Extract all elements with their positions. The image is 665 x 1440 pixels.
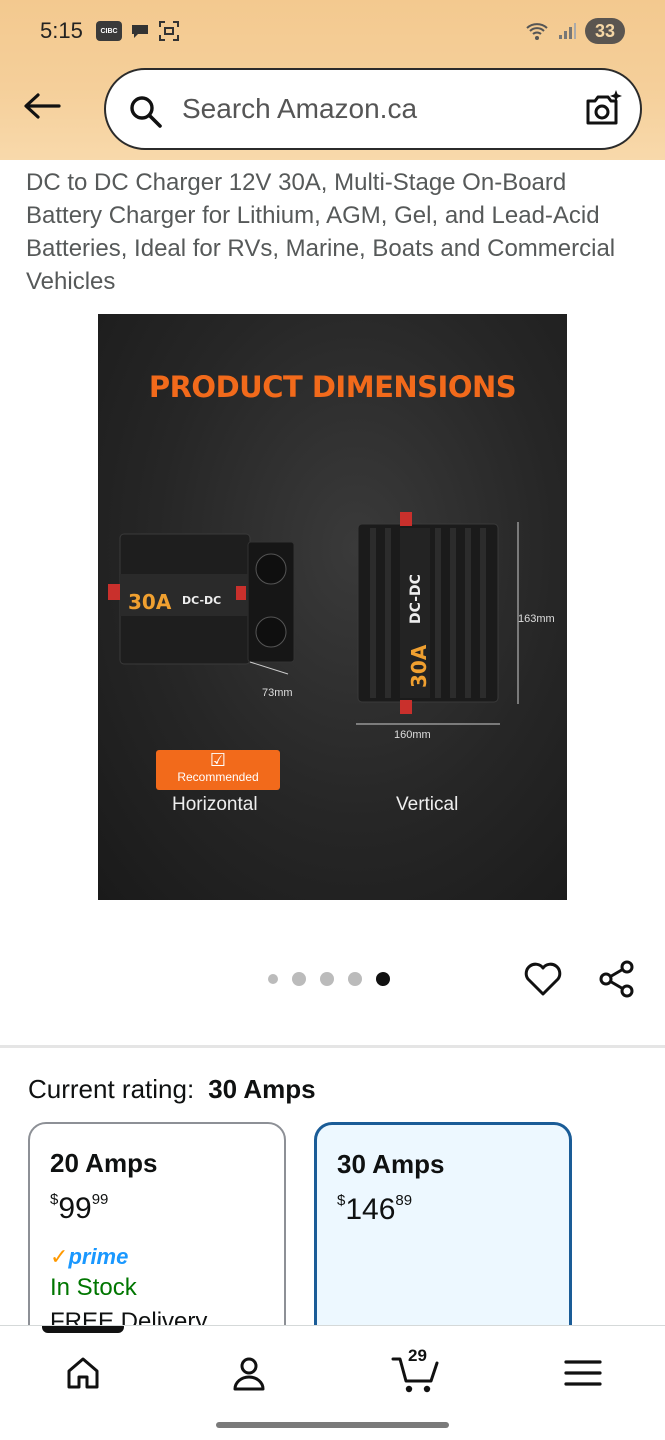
product-title[interactable]: DC to DC Charger 12V 30A, Multi-Stage On… xyxy=(26,166,638,298)
menu-icon xyxy=(564,1360,602,1386)
variant-name: 30 Amps xyxy=(337,1149,445,1179)
carousel-dot[interactable] xyxy=(268,974,278,984)
back-arrow-icon xyxy=(24,93,61,119)
charger-horizontal-illustration: 30A DC-DC 73mm xyxy=(108,533,295,699)
screenshot-icon xyxy=(159,21,179,41)
app-header: 5:15 CIBC 33 Search Amazon.ca xyxy=(0,0,665,160)
horizontal-amp-label: 30A xyxy=(128,590,172,614)
cibc-app-icon: CIBC xyxy=(96,21,122,41)
availability-status: In Stock xyxy=(50,1274,137,1301)
gesture-home-bar[interactable] xyxy=(216,1422,449,1428)
nav-account[interactable] xyxy=(224,1348,274,1398)
system-status-icons: 33 xyxy=(525,18,625,44)
carousel-dot[interactable] xyxy=(292,972,306,986)
back-button[interactable] xyxy=(20,86,64,126)
variant-selected-value: 30 Amps xyxy=(208,1074,316,1104)
carousel-dot[interactable] xyxy=(320,972,334,986)
search-bar[interactable]: Search Amazon.ca xyxy=(104,68,642,150)
share-icon xyxy=(599,960,634,998)
nav-home[interactable] xyxy=(58,1348,108,1398)
home-icon xyxy=(67,1357,99,1389)
active-tab-indicator xyxy=(42,1326,124,1333)
chat-bubble-icon xyxy=(132,25,148,38)
recommended-label: Recommended xyxy=(177,770,259,784)
account-icon xyxy=(233,1357,265,1391)
prime-badge: ✓prime xyxy=(50,1244,264,1270)
battery-indicator: 33 xyxy=(584,18,625,44)
price-whole: 146 xyxy=(345,1193,396,1226)
notification-icons: CIBC xyxy=(96,20,180,42)
checkmark-icon: ☑ xyxy=(209,750,227,770)
carousel-dot[interactable] xyxy=(348,972,362,986)
share-button[interactable] xyxy=(596,958,638,1005)
nav-menu[interactable] xyxy=(558,1348,608,1398)
variant-label-text: Current rating: xyxy=(28,1074,195,1104)
horizontal-model-label: DC-DC xyxy=(182,594,221,607)
vertical-model-label: DC-DC xyxy=(408,574,424,624)
dimension-height: 163mm xyxy=(518,613,555,625)
cart-count-badge: 29 xyxy=(408,1346,427,1365)
variant-price: $9999 xyxy=(50,1191,264,1226)
status-bar: 5:15 CIBC 33 xyxy=(0,0,665,62)
image-headline: PRODUCT DIMENSIONS xyxy=(148,370,517,404)
variant-price: $14689 xyxy=(337,1192,549,1227)
recommended-badge: ☑ Recommended xyxy=(156,750,280,790)
price-fraction: 89 xyxy=(395,1192,413,1209)
section-divider xyxy=(0,1045,665,1048)
product-image[interactable]: PRODUCT DIMENSIONS 30A DC-DC 73mm DC-DC … xyxy=(98,314,567,900)
charger-vertical-illustration: DC-DC 30A 163mm 160mm xyxy=(356,512,555,741)
prime-check-icon: ✓ xyxy=(50,1244,69,1269)
dimension-depth: 73mm xyxy=(262,687,293,699)
vertical-amp-label: 30A xyxy=(407,644,431,688)
status-time: 5:15 xyxy=(40,18,83,43)
image-carousel-indicator[interactable] xyxy=(268,972,390,986)
signal-icon xyxy=(558,23,576,39)
search-icon xyxy=(130,96,162,128)
carousel-dot-active[interactable] xyxy=(376,972,390,986)
camera-search-icon[interactable] xyxy=(582,88,624,130)
heart-icon xyxy=(524,962,562,996)
variant-label: Current rating: 30 Amps xyxy=(28,1074,316,1105)
label-horizontal: Horizontal xyxy=(172,794,258,815)
dimension-width: 160mm xyxy=(394,729,431,741)
wishlist-button[interactable] xyxy=(522,958,564,1005)
search-input[interactable]: Search Amazon.ca xyxy=(182,93,417,125)
price-whole: 99 xyxy=(58,1192,92,1225)
label-vertical: Vertical xyxy=(396,794,459,815)
prime-label: prime xyxy=(68,1244,129,1269)
variant-name: 20 Amps xyxy=(50,1148,158,1178)
wifi-icon xyxy=(526,23,548,40)
price-fraction: 99 xyxy=(91,1191,109,1208)
